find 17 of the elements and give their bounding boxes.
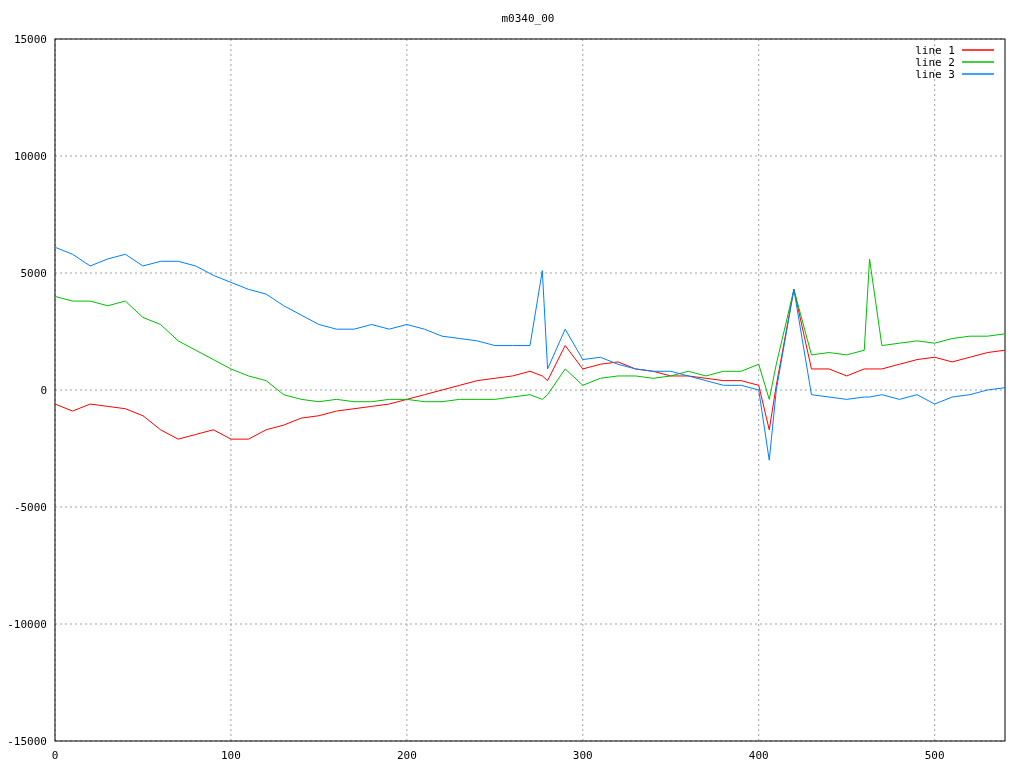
y-tick-label: -15000 xyxy=(7,735,47,748)
y-tick-label: 10000 xyxy=(13,150,47,163)
legend-label: line 1 xyxy=(915,44,955,57)
legend-label: line 3 xyxy=(915,68,955,81)
y-tick-label: -5000 xyxy=(13,501,47,514)
y-tick-label: 15000 xyxy=(13,33,47,46)
x-tick-label: 500 xyxy=(924,749,945,762)
y-tick-label: 0 xyxy=(40,384,47,397)
x-tick-label: 100 xyxy=(221,749,241,762)
x-tick-label: 0 xyxy=(51,749,59,762)
y-tick-label: -10000 xyxy=(7,618,47,631)
legend-label: line 2 xyxy=(915,56,955,69)
x-tick-label: 400 xyxy=(748,749,769,762)
chart-title: m0340_00 xyxy=(501,12,555,25)
x-tick-label: 300 xyxy=(572,749,593,762)
x-tick-label: 200 xyxy=(396,749,417,762)
y-tick-label: 5000 xyxy=(20,267,47,280)
